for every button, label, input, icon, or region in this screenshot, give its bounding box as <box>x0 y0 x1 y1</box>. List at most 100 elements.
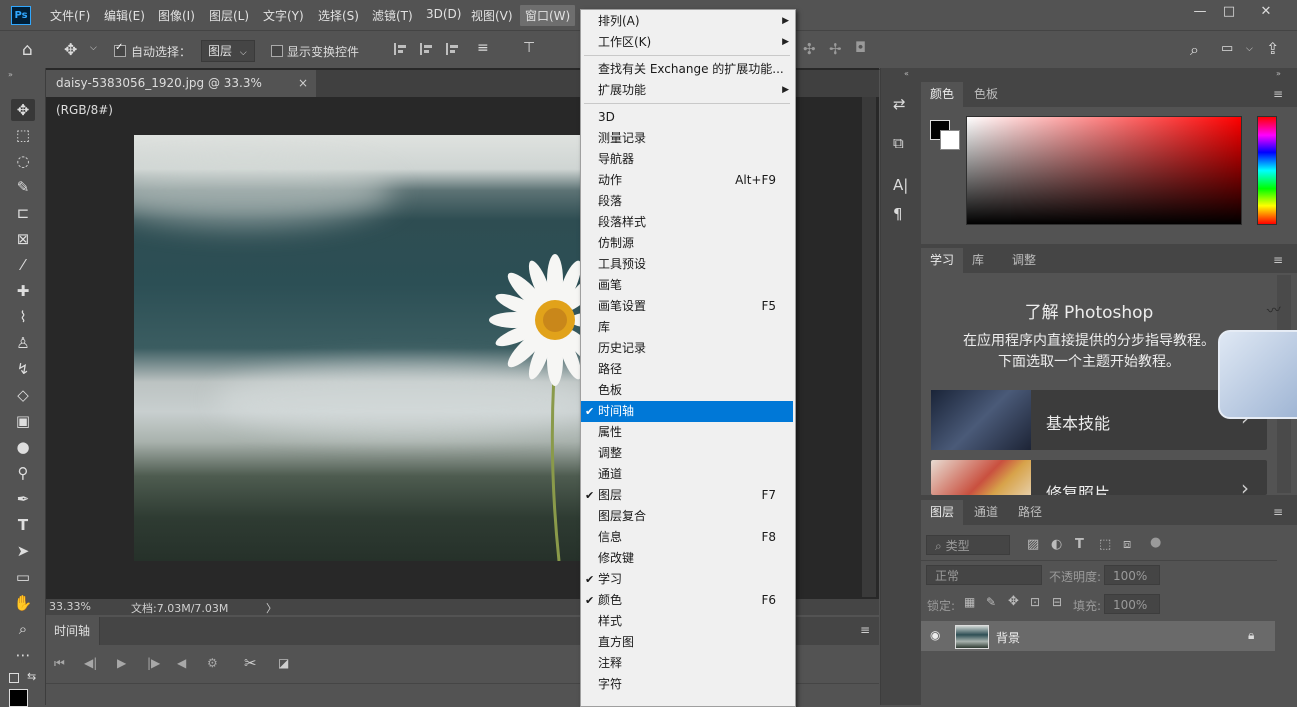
layer-filter-dropdown[interactable]: ⌕ 类型 <box>926 535 1010 555</box>
distribute-icon[interactable]: ≡ <box>477 40 489 56</box>
stamp-tool-icon[interactable]: ♙ <box>11 332 35 354</box>
window-menu-item[interactable]: 工作区(K) ▶ <box>581 32 793 53</box>
align-right-icon[interactable] <box>446 43 460 55</box>
collapse-arrows-icon[interactable]: » <box>8 70 13 79</box>
window-menu-item[interactable]: 工具预设 <box>581 254 793 275</box>
filter-pixel-icon[interactable]: ▨ <box>1027 537 1039 552</box>
go-to-first-frame-icon[interactable]: ⏮ <box>54 656 65 671</box>
pen-tool-icon[interactable]: ✒ <box>11 488 35 510</box>
window-menu-item[interactable]: 直方图 <box>581 632 793 653</box>
crop-tool-icon[interactable]: ⊏ <box>11 202 35 224</box>
lasso-tool-icon[interactable]: ◌ <box>11 150 35 172</box>
window-menu-item[interactable]: 库 <box>581 317 793 338</box>
filter-toggle-icon[interactable]: ● <box>1150 535 1161 550</box>
default-colors-icon[interactable] <box>9 673 19 683</box>
learn-card-fix-photos[interactable]: 修复照片 › <box>931 460 1267 495</box>
lock-transparent-icon[interactable]: ▦ <box>964 595 975 609</box>
eyedropper-tool-icon[interactable]: ⁄ <box>11 254 35 276</box>
chevron-down-icon[interactable]: ⌵ <box>90 43 97 53</box>
window-menu-item[interactable]: 3D <box>581 107 793 128</box>
window-menu-item[interactable]: 通道 <box>581 464 793 485</box>
window-menu-item[interactable]: 仿制源 <box>581 233 793 254</box>
align-center-h-icon[interactable] <box>420 43 434 55</box>
window-menu-item[interactable]: 测量记录 <box>581 128 793 149</box>
window-menu-item[interactable]: 扩展功能 ▶ <box>581 80 793 101</box>
maximize-button[interactable]: □ <box>1216 3 1242 21</box>
more-tools-icon[interactable]: ⋯ <box>11 644 35 666</box>
history-panel-icon[interactable]: ⇄ <box>893 95 906 113</box>
tab-layers[interactable]: 图层 <box>921 500 964 525</box>
window-menu-item[interactable]: 样式 <box>581 611 793 632</box>
eraser-tool-icon[interactable]: ◇ <box>11 384 35 406</box>
background-color-swatch[interactable] <box>940 130 960 150</box>
move-tool-icon[interactable]: ✥ <box>11 99 35 121</box>
lock-all-icon[interactable]: ⊟ <box>1052 595 1062 609</box>
tab-swatches[interactable]: 色板 <box>965 82 1007 107</box>
3d-panel-icon[interactable]: ⧉ <box>893 134 904 152</box>
panel-menu-icon[interactable]: ≡ <box>1273 505 1283 519</box>
window-menu-item[interactable]: 画笔 <box>581 275 793 296</box>
lock-artboard-icon[interactable]: ⊡ <box>1030 595 1040 609</box>
healing-brush-tool-icon[interactable]: ✚ <box>11 280 35 302</box>
menu-layer[interactable]: 图层(L) <box>209 7 249 24</box>
home-icon[interactable]: ⌂ <box>22 40 33 60</box>
window-menu-item[interactable]: 历史记录 <box>581 338 793 359</box>
window-menu-item[interactable]: 导航器 <box>581 149 793 170</box>
type-tool-icon[interactable]: T <box>11 514 35 536</box>
menu-image[interactable]: 图像(I) <box>158 7 195 24</box>
collapse-arrows-icon[interactable]: « <box>904 69 909 78</box>
dodge-tool-icon[interactable]: ⚲ <box>11 462 35 484</box>
window-menu-item[interactable]: 属性 <box>581 422 793 443</box>
lock-pixels-icon[interactable]: ✎ <box>986 595 996 609</box>
window-menu-item[interactable]: 修改键 <box>581 548 793 569</box>
panel-menu-icon[interactable]: ≡ <box>1273 87 1283 101</box>
window-menu-item[interactable]: 画笔设置 F5 <box>581 296 793 317</box>
window-menu-item[interactable]: 调整 <box>581 443 793 464</box>
auto-select-dropdown[interactable]: 图层 ⌵ <box>201 40 255 62</box>
previous-frame-icon[interactable]: ◀| <box>84 656 97 670</box>
layer-name[interactable]: 背景 <box>996 629 1020 646</box>
workspace-icon[interactable]: ▭ <box>1221 41 1233 56</box>
panel-menu-icon[interactable]: ≡ <box>860 623 870 637</box>
blur-tool-icon[interactable]: ● <box>11 436 35 458</box>
close-icon[interactable]: × <box>298 70 308 97</box>
blend-mode-dropdown[interactable]: 正常 <box>926 565 1042 585</box>
menu-view[interactable]: 视图(V) <box>471 7 513 24</box>
filter-shape-icon[interactable]: ⬚ <box>1099 537 1111 552</box>
learn-card-basic-skills[interactable]: 基本技能 › <box>931 390 1267 450</box>
play-icon[interactable]: ▶ <box>117 656 126 670</box>
tab-learn[interactable]: 学习 <box>921 248 964 273</box>
menu-file[interactable]: 文件(F) <box>50 7 90 24</box>
minimize-button[interactable]: — <box>1187 3 1213 21</box>
marquee-tool-icon[interactable]: ⬚ <box>11 124 35 146</box>
tab-paths[interactable]: 路径 <box>1009 500 1051 525</box>
3d-pan-icon[interactable]: ✢ <box>829 40 842 58</box>
menu-type[interactable]: 文字(Y) <box>263 7 304 24</box>
align-left-icon[interactable] <box>394 43 408 55</box>
audio-icon[interactable]: ◀ <box>177 656 186 670</box>
menu-window[interactable]: 窗口(W) <box>520 5 576 26</box>
auto-select-checkbox[interactable] <box>114 42 126 57</box>
filter-smart-object-icon[interactable]: ⧈ <box>1123 537 1131 552</box>
path-select-tool-icon[interactable]: ➤ <box>11 540 35 562</box>
window-menu-item[interactable]: 动作 Alt+F9 <box>581 170 793 191</box>
color-spectrum-field[interactable] <box>966 116 1242 225</box>
window-menu-item[interactable]: 查找有关 Exchange 的扩展功能... <box>581 59 793 80</box>
fill-input[interactable]: 100% <box>1104 594 1160 614</box>
eye-visibility-icon[interactable]: ◉ <box>930 628 940 642</box>
window-menu-item[interactable]: 信息 F8 <box>581 527 793 548</box>
status-menu-arrow-icon[interactable]: 〉 <box>266 600 277 616</box>
menu-edit[interactable]: 编辑(E) <box>104 7 145 24</box>
share-icon[interactable]: ⇪ <box>1266 39 1279 58</box>
3d-camera-icon[interactable]: ◘ <box>855 40 866 56</box>
canvas-image[interactable] <box>134 135 580 561</box>
menu-select[interactable]: 选择(S) <box>318 7 359 24</box>
rectangle-tool-icon[interactable]: ▭ <box>11 566 35 588</box>
brush-tool-icon[interactable]: ⌇ <box>11 306 35 328</box>
window-menu-item[interactable]: 排列(A) ▶ <box>581 11 793 32</box>
character-panel-icon[interactable]: A| <box>893 176 908 194</box>
3d-orbit-icon[interactable]: ✣ <box>803 40 816 58</box>
swap-colors-icon[interactable]: ⇆ <box>27 670 36 683</box>
tab-channels[interactable]: 通道 <box>965 500 1007 525</box>
lock-position-icon[interactable]: ✥ <box>1008 594 1019 609</box>
